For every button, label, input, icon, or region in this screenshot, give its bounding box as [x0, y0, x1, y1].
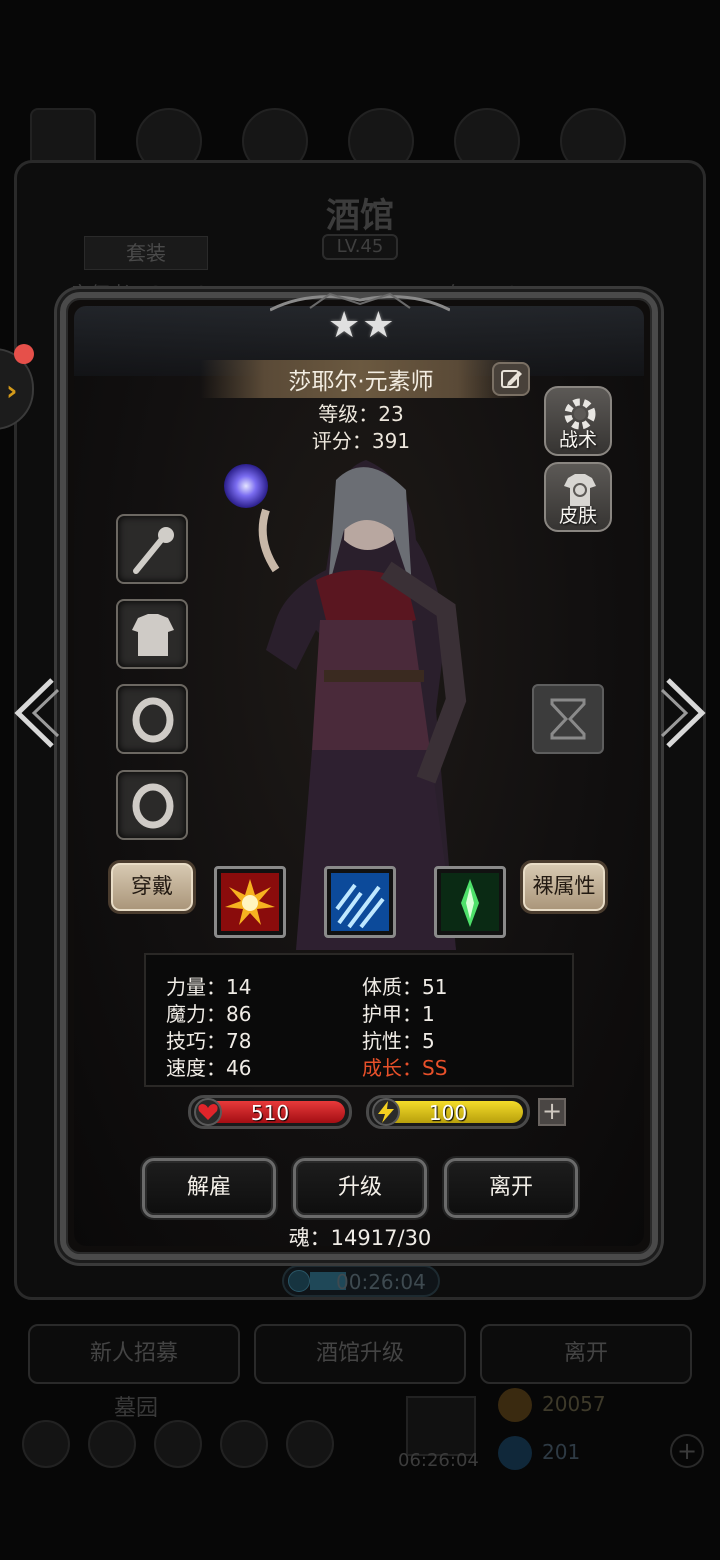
gold-coin-icon — [498, 1388, 532, 1422]
dismiss-button[interactable]: 解雇 — [142, 1158, 276, 1218]
leave-button[interactable]: 离开 — [444, 1158, 578, 1218]
chevron-right-icon: › — [6, 374, 18, 407]
tavern-leave-button[interactable]: 离开 — [480, 1324, 692, 1384]
staff-icon — [133, 527, 174, 574]
tavern-upgrade-button[interactable]: 酒馆升级 — [254, 1324, 466, 1384]
menu-icon[interactable] — [88, 1420, 136, 1468]
skill-slot[interactable] — [214, 866, 286, 938]
star-rating: ★ ★ — [328, 306, 395, 346]
clock-icon — [288, 1270, 310, 1292]
menu-icon[interactable] — [154, 1420, 202, 1468]
tavern-level: LV.45 — [322, 234, 398, 260]
hero-level: 等级：23 — [318, 402, 404, 426]
stat-magic: 魔力：86 — [166, 1002, 252, 1026]
hp-bar: 510 — [188, 1095, 352, 1129]
gem-amount: 201 — [542, 1440, 581, 1464]
stat-speed: 速度：46 — [166, 1056, 252, 1080]
add-currency-button[interactable]: + — [670, 1434, 704, 1468]
armor-icon — [132, 614, 174, 656]
ice-shards-skill-icon — [331, 873, 389, 931]
edit-name-button[interactable] — [492, 362, 530, 396]
energy-bar: 100 — [366, 1095, 530, 1129]
upgrade-button[interactable]: 升级 — [293, 1158, 427, 1218]
stat-resistance: 抗性：5 — [362, 1029, 435, 1053]
wear-button[interactable]: 穿戴 — [108, 860, 196, 914]
ring-slot[interactable] — [116, 770, 188, 840]
star-icon: ★ — [362, 305, 395, 346]
fire-burst-skill-icon — [221, 873, 279, 931]
stat-skill: 技巧：78 — [166, 1029, 252, 1053]
timer-text: 00:26:04 — [336, 1270, 426, 1294]
next-hero-arrow[interactable] — [660, 676, 710, 750]
gift-box-icon[interactable] — [406, 1396, 476, 1456]
ring-slot[interactable] — [116, 684, 188, 754]
previous-hero-arrow[interactable] — [10, 676, 60, 750]
stat-constitution: 体质：51 — [362, 975, 448, 999]
stat-strength: 力量：14 — [166, 975, 252, 999]
skin-label: 皮肤 — [558, 505, 597, 527]
gold-amount: 20057 — [542, 1392, 606, 1416]
star-icon: ★ — [328, 305, 361, 346]
notification-dot — [14, 344, 34, 364]
armor-slot[interactable] — [116, 599, 188, 669]
ring-icon — [132, 697, 174, 743]
tavern-title: 酒馆 — [326, 196, 394, 236]
recruit-timer: 00:26:04 — [282, 1265, 440, 1297]
hourglass-icon — [550, 698, 586, 740]
stat-growth: 成长：SS — [362, 1056, 448, 1080]
tactics-button[interactable]: 战术 — [544, 386, 612, 456]
ring-icon — [132, 783, 174, 829]
menu-icon[interactable] — [286, 1420, 334, 1468]
suit-tab[interactable]: 套装 — [84, 236, 208, 270]
skill-slot[interactable] — [324, 866, 396, 938]
stat-armor: 护甲：1 — [362, 1002, 435, 1026]
gem-icon — [498, 1436, 532, 1470]
hp-value: 510 — [250, 1101, 290, 1125]
bottom-icon-row — [22, 1420, 334, 1468]
skill-slot[interactable] — [434, 866, 506, 938]
hero-name: 莎耶尔·元素师 — [288, 369, 434, 395]
recruit-button[interactable]: 新人招募 — [28, 1324, 240, 1384]
weapon-slot[interactable] — [116, 514, 188, 584]
add-energy-button[interactable]: + — [538, 1098, 566, 1126]
tactics-label: 战术 — [558, 429, 597, 451]
pencil-icon — [501, 370, 522, 388]
graveyard-label: 墓园 — [114, 1396, 159, 1421]
menu-icon[interactable] — [22, 1420, 70, 1468]
skin-button[interactable]: 皮肤 — [544, 462, 612, 532]
soul-cost: 魂：14917/30 — [288, 1226, 432, 1250]
artifact-slot[interactable] — [532, 684, 604, 754]
nature-crystal-skill-icon — [441, 873, 499, 931]
menu-icon[interactable] — [220, 1420, 268, 1468]
gift-timer: 06:26:04 — [398, 1450, 479, 1471]
naked-attributes-button[interactable]: 裸属性 — [520, 860, 608, 914]
energy-value: 100 — [428, 1101, 468, 1125]
